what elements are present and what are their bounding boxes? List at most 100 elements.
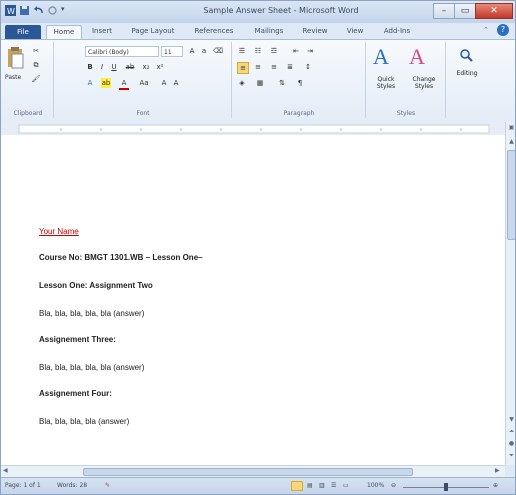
title-bar: W ▾ Sample Answer Sheet - Microsoft Word… bbox=[1, 1, 515, 23]
scroll-down-icon[interactable]: ▼ bbox=[507, 416, 515, 425]
superscript-icon[interactable]: x² bbox=[155, 62, 165, 72]
zoom-slider-thumb[interactable] bbox=[444, 483, 448, 491]
page-count[interactable]: Page: 1 of 1 bbox=[5, 482, 41, 489]
paste-button[interactable]: Paste bbox=[5, 74, 21, 81]
your-name-line[interactable]: Your Name bbox=[39, 227, 79, 236]
assignment-two-heading[interactable]: Lesson One: Assignment Two bbox=[39, 281, 153, 290]
browse-object-icon[interactable]: ● bbox=[507, 440, 515, 449]
underline-icon[interactable]: U bbox=[109, 62, 119, 72]
editing-button[interactable]: Editing bbox=[449, 70, 485, 77]
minimize-button[interactable]: – bbox=[433, 3, 455, 19]
answer-three-line[interactable]: Bla, bla, bla, bla (answer) bbox=[39, 417, 129, 426]
save-icon[interactable] bbox=[19, 5, 30, 16]
customize-qat-icon[interactable]: ▾ bbox=[61, 5, 72, 16]
text-effects-icon[interactable]: A bbox=[85, 78, 95, 88]
copy-icon[interactable]: ⧉ bbox=[31, 60, 41, 70]
borders-icon[interactable]: ▦ bbox=[255, 78, 265, 88]
assignment-three-heading[interactable]: Assignement Three: bbox=[39, 335, 116, 344]
next-page-icon[interactable]: ⏷ bbox=[507, 452, 515, 461]
undo-icon[interactable] bbox=[33, 5, 44, 16]
svg-text:W: W bbox=[7, 7, 15, 16]
line-spacing-icon[interactable]: ↕ bbox=[303, 62, 313, 72]
zoom-in-icon[interactable]: ⊕ bbox=[493, 482, 498, 489]
justify-icon[interactable]: ≣ bbox=[285, 62, 295, 72]
align-left-icon[interactable]: ≡ bbox=[237, 62, 249, 74]
zoom-out-icon[interactable]: ⊖ bbox=[391, 482, 396, 489]
scroll-right-icon[interactable]: ▶ bbox=[495, 467, 500, 474]
font-color-icon[interactable]: A bbox=[119, 78, 129, 90]
highlight-icon[interactable]: ab bbox=[101, 78, 111, 88]
document-page[interactable]: Your Name Course No: BMGT 1301.WB – Less… bbox=[1, 135, 505, 465]
shading-icon[interactable]: ◈ bbox=[237, 78, 247, 88]
italic-icon[interactable]: I bbox=[97, 62, 107, 72]
font-name-field[interactable]: Calibri (Body) bbox=[85, 46, 159, 57]
tab-mailings[interactable]: Mailings bbox=[247, 25, 291, 38]
cut-icon[interactable]: ✂ bbox=[31, 46, 41, 56]
show-formatting-icon[interactable]: ¶ bbox=[295, 78, 305, 88]
tab-page-layout[interactable]: Page Layout bbox=[125, 25, 181, 38]
full-screen-reading-icon[interactable]: ▤ bbox=[307, 482, 313, 489]
grow-font-icon[interactable]: A bbox=[187, 46, 197, 56]
zoom-level[interactable]: 100% bbox=[367, 482, 384, 489]
ribbon-minimize-icon[interactable]: ⌃ bbox=[483, 26, 489, 34]
answer-one-line[interactable]: Bla, bla, bla, bla, bla (answer) bbox=[39, 309, 144, 318]
vertical-scrollbar[interactable]: ▣ ▲ ▼ ⏶ ● ⏷ bbox=[505, 122, 515, 465]
vertical-scroll-thumb[interactable] bbox=[507, 150, 515, 240]
proofing-icon[interactable]: ✎ bbox=[105, 482, 110, 489]
tab-review[interactable]: Review bbox=[295, 25, 335, 38]
character-spacing-icon[interactable]: A bbox=[159, 78, 169, 88]
format-painter-icon[interactable]: 🖌 bbox=[31, 74, 41, 84]
ruler[interactable] bbox=[1, 122, 515, 136]
horizontal-scroll-thumb[interactable] bbox=[83, 468, 413, 476]
ribbon: Paste ✂ ⧉ 🖌 Clipboard Calibri (Body) 11 … bbox=[1, 39, 515, 123]
sort-icon[interactable]: ⇅ bbox=[277, 78, 287, 88]
subscript-icon[interactable]: x₂ bbox=[141, 62, 151, 72]
change-styles-icon[interactable]: A bbox=[409, 44, 425, 70]
strikethrough-icon[interactable]: ab bbox=[125, 62, 135, 72]
change-case-icon[interactable]: Aa bbox=[139, 78, 149, 88]
bold-icon[interactable]: B bbox=[85, 62, 95, 72]
quick-styles-button[interactable]: Quick Styles bbox=[369, 76, 403, 90]
align-center-icon[interactable]: ≡ bbox=[253, 62, 263, 72]
status-bar: Page: 1 of 1 Words: 28 ✎ ▤ ▥ ☰ ▭ 100% ⊖ … bbox=[1, 477, 515, 494]
font-size-field[interactable]: 11 bbox=[161, 46, 183, 57]
tab-file[interactable]: File bbox=[5, 25, 41, 39]
clear-formatting-icon[interactable]: ⌫ bbox=[213, 46, 223, 56]
word-count[interactable]: Words: 28 bbox=[57, 482, 87, 489]
clipboard-label: Clipboard bbox=[13, 110, 43, 117]
restore-button[interactable]: ▭ bbox=[454, 3, 476, 19]
multilevel-list-icon[interactable]: ☲ bbox=[269, 46, 279, 56]
tab-insert[interactable]: Insert bbox=[83, 25, 121, 38]
redo-icon[interactable] bbox=[47, 5, 58, 16]
quick-styles-icon[interactable]: A bbox=[373, 44, 389, 70]
numbering-icon[interactable]: ☷ bbox=[253, 46, 263, 56]
phonetic-guide-icon[interactable]: A bbox=[171, 78, 181, 88]
tab-home[interactable]: Home bbox=[46, 25, 82, 39]
web-layout-icon[interactable]: ▥ bbox=[319, 482, 325, 489]
scroll-up-icon[interactable]: ▲ bbox=[507, 138, 515, 147]
assignment-four-heading[interactable]: Assignement Four: bbox=[39, 389, 112, 398]
tab-view[interactable]: View bbox=[339, 25, 371, 38]
answer-two-line[interactable]: Bla, bla, bla, bla, bla (answer) bbox=[39, 363, 144, 372]
styles-label: Styles bbox=[396, 110, 416, 117]
course-line[interactable]: Course No: BMGT 1301.WB – Lesson One– bbox=[39, 253, 203, 262]
change-styles-button[interactable]: Change Styles bbox=[405, 76, 443, 90]
shrink-font-icon[interactable]: a bbox=[199, 46, 209, 56]
scroll-left-icon[interactable]: ◀ bbox=[3, 467, 8, 474]
align-right-icon[interactable]: ≡ bbox=[269, 62, 279, 72]
draft-icon[interactable]: ▭ bbox=[343, 482, 349, 489]
bullets-icon[interactable]: ☰ bbox=[237, 46, 247, 56]
ruler-toggle-icon[interactable]: ▣ bbox=[507, 124, 515, 133]
print-layout-icon[interactable] bbox=[291, 481, 303, 491]
outline-icon[interactable]: ☰ bbox=[331, 482, 336, 489]
tab-add-ins[interactable]: Add-Ins bbox=[375, 25, 419, 38]
paste-icon[interactable] bbox=[7, 46, 25, 72]
previous-page-icon[interactable]: ⏶ bbox=[507, 428, 515, 437]
word-app-icon[interactable]: W bbox=[5, 5, 16, 16]
help-icon[interactable]: ? bbox=[497, 24, 509, 36]
decrease-indent-icon[interactable]: ⇤ bbox=[291, 46, 301, 56]
increase-indent-icon[interactable]: ⇥ bbox=[305, 46, 315, 56]
find-icon[interactable] bbox=[459, 48, 473, 64]
tab-references[interactable]: References bbox=[185, 25, 243, 38]
close-button[interactable]: ✕ bbox=[475, 3, 513, 19]
